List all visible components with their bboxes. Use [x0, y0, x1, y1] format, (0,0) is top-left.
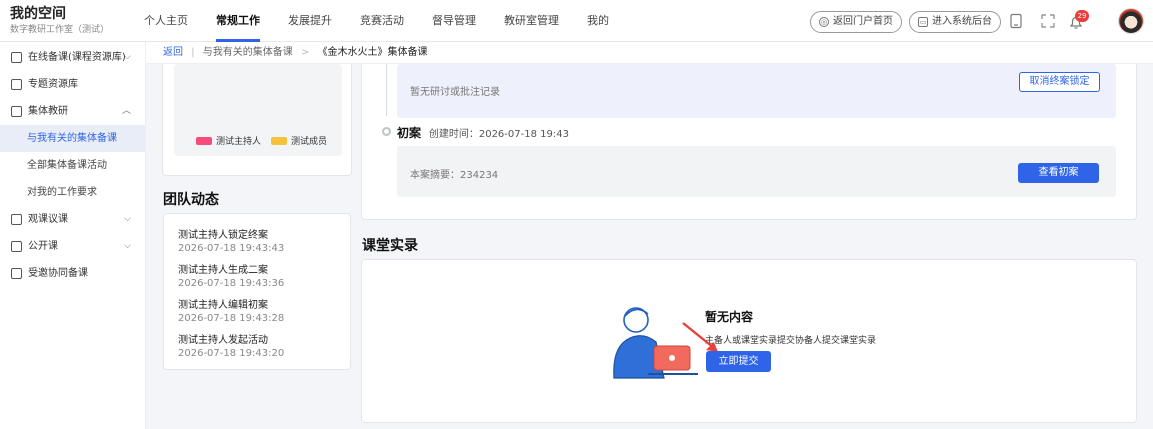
created-time: 创建时间：2026-07-18 19:43 [428, 129, 569, 140]
activity-time: 2026-07-18 19:43:36 [178, 278, 285, 289]
legend-swatch-host [196, 136, 212, 145]
breadcrumb-back-link[interactable]: 返回 [163, 47, 183, 58]
team-activity-card: 测试主持人锁定终案 2026-07-18 19:43:43 测试主持人生成二案 … [163, 213, 351, 370]
chevron-down-icon: ⌵ [124, 52, 131, 62]
chart-legend: 测试主持人 测试成员 [196, 134, 327, 147]
admin-backend-label: 进入系统后台 [932, 16, 992, 27]
first-draft-title: 初案 [397, 126, 422, 140]
sidebar-subitem-work-requirements[interactable]: 对我的工作要求 [0, 179, 145, 206]
portal-home-label: 返回门户首页 [833, 16, 893, 27]
sidebar-item-label: 观课议课 [28, 214, 68, 225]
legend-swatch-member [271, 136, 288, 145]
monitor-icon: ▭ [918, 17, 928, 27]
activity-text: 测试主持人编辑初案 [178, 300, 268, 311]
sidebar-subitem-all-prep[interactable]: 全部集体备课活动 [0, 152, 145, 179]
chevron-down-icon: ⌵ [124, 214, 131, 224]
cancel-lock-button[interactable]: 取消终案锁定 [1019, 72, 1100, 92]
brand-subtitle: 数字教研工作室（测试） [10, 25, 110, 35]
list-icon [11, 106, 22, 117]
activity-text: 测试主持人锁定终案 [178, 230, 268, 241]
view-draft-button[interactable]: 查看初案 [1018, 163, 1099, 183]
sidebar-item-label: 在线备课(课程资源库) [28, 52, 126, 63]
top-header: 我的空间 数字教研工作室（测试） 个人主页 常规工作 发展提升 竞赛活动 督导管… [0, 0, 1153, 42]
breadcrumb-current: 《金木水火土》集体备课 [317, 47, 428, 58]
play-icon [11, 241, 22, 252]
first-draft-box: 本案摘要：234234 查看初案 [397, 146, 1116, 197]
video-icon [11, 214, 22, 225]
nav-item-competition[interactable]: 竞赛活动 [346, 0, 418, 42]
activity-time: 2026-07-18 19:43:20 [178, 348, 285, 359]
sidebar-item-label: 受邀协同备课 [28, 268, 88, 279]
classroom-card: 暂无内容 主备人或课堂实录提交协备人提交课堂实录 立即提交 [361, 259, 1137, 423]
main-nav: 个人主页 常规工作 发展提升 竞赛活动 督导管理 教研室管理 我的 [130, 0, 623, 42]
list-item: 测试主持人编辑初案 2026-07-18 19:43:28 [178, 299, 350, 325]
list-item: 测试主持人发起活动 2026-07-18 19:43:20 [178, 334, 350, 360]
sidebar-item-label: 专题资源库 [28, 79, 78, 90]
summary-text: 本案摘要：234234 [410, 170, 499, 181]
sidebar-subitem-related-prep[interactable]: 与我有关的集体备课 [0, 125, 145, 152]
sidebar-item-online-prep[interactable]: 在线备课(课程资源库) ⌵ [0, 44, 145, 71]
sidebar: 在线备课(课程资源库) ⌵ 专题资源库 集体教研 ︿ 与我有关的集体备课 全部集… [0, 42, 146, 429]
list-item: 测试主持人锁定终案 2026-07-18 19:43:43 [178, 229, 350, 255]
nav-item-research-office[interactable]: 教研室管理 [490, 0, 573, 42]
sidebar-item-group-research[interactable]: 集体教研 ︿ [0, 98, 145, 125]
sidebar-item-open-class[interactable]: 公开课 ⌵ [0, 233, 145, 260]
sidebar-item-label: 集体教研 [28, 106, 68, 117]
nav-item-supervision[interactable]: 督导管理 [418, 0, 490, 42]
group-icon [11, 268, 22, 279]
activity-text: 测试主持人生成二案 [178, 265, 268, 276]
team-activity-title: 团队动态 [163, 192, 219, 208]
list-item: 测试主持人生成二案 2026-07-18 19:43:36 [178, 264, 350, 290]
tablet-icon[interactable] [1008, 13, 1024, 29]
sidebar-item-invited-coprep[interactable]: 受邀协同备课 [0, 260, 145, 287]
avatar[interactable] [1118, 8, 1144, 34]
no-record-text: 暂无研讨或批注记录 [410, 87, 500, 98]
brand[interactable]: 我的空间 数字教研工作室（测试） [10, 6, 109, 36]
legend-label-member: 测试成员 [291, 137, 328, 147]
chevron-down-icon: ⌵ [124, 241, 131, 251]
activity-time: 2026-07-18 19:43:28 [178, 313, 285, 324]
empty-description: 主备人或课堂实录提交协备人提交课堂实录 [705, 336, 877, 346]
nav-item-mine[interactable]: 我的 [573, 0, 623, 42]
admin-backend-button[interactable]: ▭ 进入系统后台 [909, 11, 1001, 33]
chart-area: 测试主持人 测试成员 [174, 64, 342, 156]
brand-title: 我的空间 [10, 6, 66, 22]
timeline-dot [382, 127, 391, 136]
notification-badge: 29 [1075, 10, 1089, 22]
activity-text: 测试主持人发起活动 [178, 335, 268, 346]
breadcrumb: 返回 | 与我有关的集体备课 > 《金木水火土》集体备课 [146, 42, 1153, 64]
final-draft-box: 暂无研讨或批注记录 取消终案锁定 [397, 64, 1116, 118]
timeline-line [386, 64, 387, 116]
sidebar-item-topic-library[interactable]: 专题资源库 [0, 71, 145, 98]
first-draft-header: 初案 创建时间：2026-07-18 19:43 [397, 124, 569, 141]
breadcrumb-parent-link[interactable]: 与我有关的集体备课 [203, 47, 293, 58]
compass-icon: ◎ [819, 17, 829, 27]
fullscreen-icon[interactable] [1040, 13, 1056, 29]
nav-item-development[interactable]: 发展提升 [274, 0, 346, 42]
activity-time: 2026-07-18 19:43:43 [178, 243, 285, 254]
portal-home-button[interactable]: ◎ 返回门户首页 [810, 11, 902, 33]
folder-icon [11, 79, 22, 90]
legend-label-host: 测试主持人 [216, 137, 262, 147]
chevron-up-icon: ︿ [121, 106, 131, 116]
nav-item-home[interactable]: 个人主页 [130, 0, 202, 42]
classroom-title: 课堂实录 [362, 238, 418, 254]
submit-now-button[interactable]: 立即提交 [706, 351, 771, 372]
document-icon [11, 52, 22, 63]
sidebar-item-class-observation[interactable]: 观课议课 ⌵ [0, 206, 145, 233]
sidebar-item-label: 公开课 [28, 241, 58, 252]
nav-item-routine-work[interactable]: 常规工作 [202, 0, 274, 42]
